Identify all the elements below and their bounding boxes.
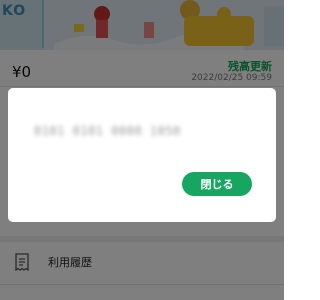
close-button[interactable]: 閉じる [182,172,252,196]
card-number-text: 0101 0101 0000 1050 [34,124,181,138]
card-number-dialog: 0101 0101 0000 1050 閉じる [8,88,276,222]
wallet-screen: KO ¥0 残高更新 2022/02/25 09:59 利用履歴 0101 01 [0,0,284,300]
